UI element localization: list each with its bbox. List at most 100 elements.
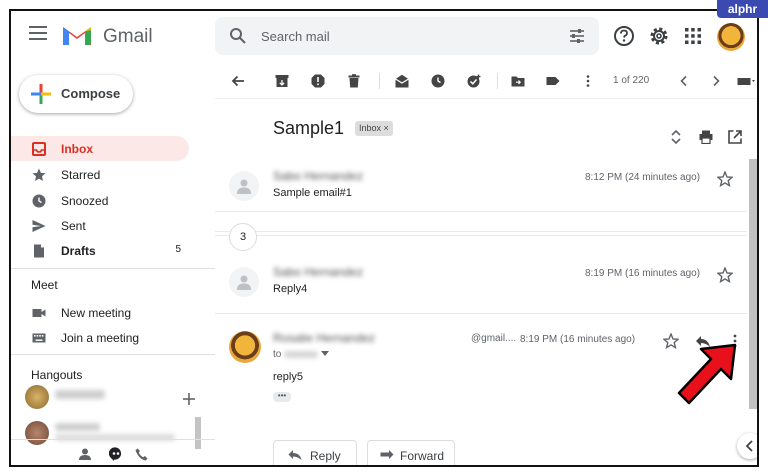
apps-grid-icon[interactable] bbox=[682, 25, 704, 47]
drafts-count: 5 bbox=[175, 244, 181, 255]
hangouts-bottom-bar bbox=[11, 439, 215, 465]
sender-name: Sabo Hernandez bbox=[273, 265, 364, 279]
sidebar-item-label: Sent bbox=[61, 219, 86, 233]
recipient-line[interactable]: to bbox=[273, 349, 329, 360]
inbox-label-chip[interactable]: Inbox × bbox=[355, 121, 393, 136]
join-meeting-item[interactable]: Join a meeting bbox=[11, 325, 189, 350]
prev-page-chevron-icon[interactable] bbox=[677, 74, 691, 88]
divider bbox=[215, 235, 747, 236]
search-icon[interactable] bbox=[229, 27, 247, 45]
sender-name: Sabo Hernandez bbox=[273, 169, 364, 183]
message-time: 8:19 PM (16 minutes ago) bbox=[520, 334, 636, 345]
recipient-prefix: to bbox=[273, 349, 282, 360]
top-bar: Gmail Search mail bbox=[11, 11, 757, 63]
sender-avatar bbox=[229, 171, 259, 201]
main-panel: 1 of 220 Sample1 Inbox × Sabo Hernandez … bbox=[215, 63, 757, 465]
help-icon[interactable] bbox=[613, 25, 635, 47]
label-tag-icon[interactable] bbox=[546, 74, 560, 88]
report-spam-icon[interactable] bbox=[311, 74, 325, 88]
person-icon[interactable] bbox=[79, 448, 91, 460]
snooze-clock-icon[interactable] bbox=[431, 74, 445, 88]
expand-all-icon[interactable] bbox=[670, 129, 682, 145]
add-to-tasks-icon[interactable] bbox=[467, 74, 481, 88]
video-camera-icon bbox=[32, 309, 46, 317]
account-avatar[interactable] bbox=[717, 23, 745, 51]
message-item[interactable]: Sabo Hernandez Reply4 8:19 PM (16 minute… bbox=[215, 259, 747, 305]
sidebar-item-inbox[interactable]: Inbox bbox=[11, 136, 189, 161]
toolbar-divider bbox=[497, 73, 498, 89]
side-panel-toggle[interactable] bbox=[737, 433, 757, 459]
reply-button[interactable]: Reply bbox=[273, 440, 357, 465]
pagination-label: 1 of 220 bbox=[613, 75, 650, 86]
inbox-icon bbox=[32, 142, 46, 156]
sender-name: Rosalie Hernandez bbox=[273, 331, 376, 345]
recipient-name bbox=[284, 350, 319, 358]
search-input[interactable]: Search mail bbox=[261, 29, 330, 44]
add-contact-plus-icon[interactable] bbox=[183, 393, 195, 405]
divider bbox=[215, 313, 747, 314]
move-to-folder-icon[interactable] bbox=[511, 74, 525, 88]
message-item[interactable]: Sabo Hernandez Sample email#1 8:12 PM (2… bbox=[215, 163, 747, 209]
thread-subject: Sample1 bbox=[273, 118, 345, 138]
divider bbox=[215, 211, 747, 212]
message-snippet: Reply4 bbox=[273, 283, 308, 295]
new-meeting-label: New meeting bbox=[61, 306, 132, 320]
search-options-icon[interactable] bbox=[569, 28, 585, 44]
message-time: 8:19 PM (16 minutes ago) bbox=[585, 268, 701, 279]
gmail-logo[interactable] bbox=[61, 23, 93, 47]
expanded-message: Rosalie Hernandez @gmail.... to 8:19 PM … bbox=[215, 325, 747, 415]
back-arrow-icon[interactable] bbox=[231, 74, 245, 88]
star-outline-icon[interactable] bbox=[717, 171, 733, 187]
sender-email: @gmail.... bbox=[471, 333, 517, 344]
sidebar-item-label: Drafts bbox=[61, 244, 96, 258]
message-time: 8:12 PM (24 minutes ago) bbox=[585, 172, 701, 183]
gmail-window: Gmail Search mail Compose Inbox Starred … bbox=[9, 9, 759, 467]
red-pointer-arrow bbox=[677, 343, 737, 405]
sender-avatar[interactable] bbox=[229, 331, 261, 363]
join-meeting-label: Join a meeting bbox=[61, 331, 140, 345]
sidebar-divider bbox=[11, 354, 215, 355]
message-snippet: Sample email#1 bbox=[273, 187, 352, 199]
main-menu-icon[interactable] bbox=[29, 26, 47, 40]
sidebar-item-drafts[interactable]: Drafts 5 bbox=[11, 238, 189, 263]
new-meeting-item[interactable]: New meeting bbox=[11, 300, 189, 325]
message-body: reply5 bbox=[273, 371, 303, 383]
toolbar-divider bbox=[379, 73, 380, 89]
collapsed-messages-count[interactable]: 3 bbox=[229, 223, 257, 251]
forward-button[interactable]: Forward bbox=[367, 440, 455, 465]
search-bar[interactable]: Search mail bbox=[215, 17, 599, 55]
archive-icon[interactable] bbox=[275, 74, 289, 88]
more-vertical-icon[interactable] bbox=[581, 74, 595, 88]
hangouts-contact-avatar[interactable] bbox=[25, 385, 49, 409]
star-outline-icon[interactable] bbox=[717, 267, 733, 283]
divider bbox=[215, 231, 747, 232]
delete-trash-icon[interactable] bbox=[347, 74, 361, 88]
hangouts-contact-name bbox=[55, 390, 105, 399]
alphr-watermark: alphr bbox=[717, 0, 768, 18]
sidebar-item-starred[interactable]: Starred bbox=[11, 162, 189, 187]
compose-button[interactable]: Compose bbox=[19, 75, 133, 113]
settings-gear-icon[interactable] bbox=[648, 25, 670, 47]
mark-unread-icon[interactable] bbox=[395, 74, 409, 88]
thread-scrollbar[interactable] bbox=[749, 159, 757, 409]
reply-icon bbox=[288, 450, 302, 460]
compose-plus-icon bbox=[31, 84, 51, 104]
phone-icon[interactable] bbox=[135, 448, 148, 461]
sender-avatar bbox=[229, 267, 259, 297]
next-page-chevron-icon[interactable] bbox=[709, 74, 723, 88]
keyboard-icon bbox=[32, 333, 46, 343]
show-trimmed-content-button[interactable]: ••• bbox=[273, 392, 291, 402]
compose-label: Compose bbox=[61, 86, 121, 101]
message-toolbar: 1 of 220 bbox=[215, 63, 757, 99]
sidebar-item-sent[interactable]: Sent bbox=[11, 213, 189, 238]
print-icon[interactable] bbox=[699, 130, 713, 144]
open-in-new-window-icon[interactable] bbox=[728, 130, 742, 144]
hangouts-quote-icon[interactable] bbox=[109, 447, 123, 461]
send-icon bbox=[32, 220, 46, 232]
sidebar-item-snoozed[interactable]: Snoozed bbox=[11, 188, 189, 213]
input-tools-keyboard-icon[interactable] bbox=[737, 74, 757, 88]
sidebar-item-label: Snoozed bbox=[61, 194, 109, 208]
app-name: Gmail bbox=[103, 26, 153, 47]
recipient-details-chevron-icon[interactable] bbox=[320, 351, 329, 357]
forward-label: Forward bbox=[400, 449, 445, 463]
